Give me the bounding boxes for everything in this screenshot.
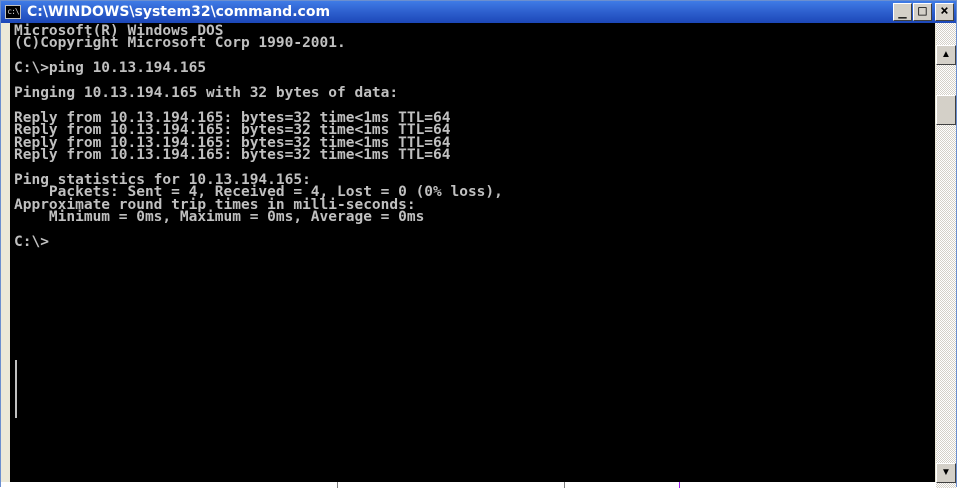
title-bar[interactable]: c:\ C:\WINDOWS\system32\command.com _ □ …: [1, 1, 956, 23]
close-button[interactable]: ×: [935, 3, 954, 21]
window-title: C:\WINDOWS\system32\command.com: [27, 4, 331, 20]
console-text: Microsoft(R) Windows DOS (C)Copyright Mi…: [14, 23, 503, 250]
scroll-up-icon[interactable]: ▲: [936, 45, 956, 65]
scrollbar-thumb[interactable]: [936, 95, 956, 125]
status-segment: [564, 482, 679, 488]
status-strip: [1, 482, 936, 488]
console-icon[interactable]: c:\: [5, 5, 21, 19]
status-segment: [337, 482, 564, 488]
maximize-button[interactable]: □: [913, 3, 932, 21]
status-segment: [679, 482, 936, 488]
console-output-area[interactable]: Microsoft(R) Windows DOS (C)Copyright Mi…: [10, 23, 935, 483]
scroll-down-icon[interactable]: ▼: [936, 463, 956, 483]
command-prompt-window: c:\ C:\WINDOWS\system32\command.com _ □ …: [0, 0, 957, 488]
vertical-scrollbar[interactable]: ▲ ▼: [936, 23, 956, 488]
minimize-button[interactable]: _: [893, 3, 912, 21]
text-cursor: [15, 360, 17, 418]
